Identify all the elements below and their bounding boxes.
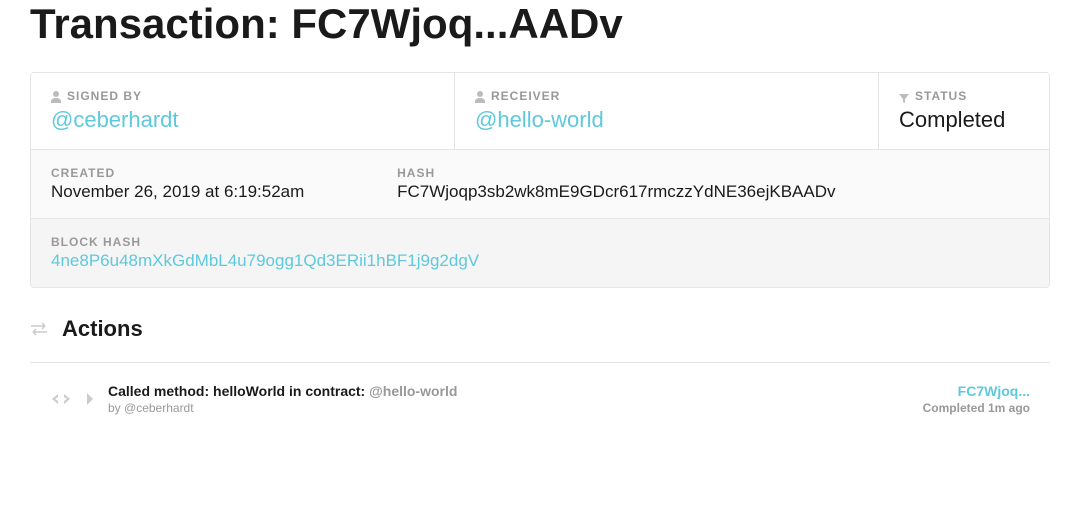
chevron-right-icon xyxy=(86,392,94,406)
action-byline: by @ceberhardt xyxy=(108,401,909,415)
actions-header: Actions xyxy=(30,316,1050,342)
status-value: Completed xyxy=(899,107,1029,133)
action-mid: in contract: xyxy=(285,383,369,399)
action-main: Called method: helloWorld in contract: @… xyxy=(108,383,909,415)
user-icon xyxy=(475,90,485,102)
status-label-row: STATUS xyxy=(899,89,1029,103)
byline-prefix: by xyxy=(108,401,124,415)
transfer-arrows-icon xyxy=(30,321,48,337)
divider xyxy=(30,362,1050,363)
receiver-label: RECEIVER xyxy=(491,89,560,103)
transaction-summary-card: SIGNED BY @ceberhardt RECEIVER @hello-wo… xyxy=(30,72,1050,288)
actions-title: Actions xyxy=(62,316,143,342)
summary-bottom-row: BLOCK HASH 4ne8P6u48mXkGdMbL4u79ogg1Qd3E… xyxy=(31,218,1049,287)
action-prefix: Called method: xyxy=(108,383,213,399)
action-row[interactable]: Called method: helloWorld in contract: @… xyxy=(30,383,1050,415)
block-hash-cell: BLOCK HASH 4ne8P6u48mXkGdMbL4u79ogg1Qd3E… xyxy=(31,219,1049,287)
action-title: Called method: helloWorld in contract: @… xyxy=(108,383,909,399)
summary-mid-row: CREATED November 26, 2019 at 6:19:52am H… xyxy=(31,149,1049,218)
summary-top-row: SIGNED BY @ceberhardt RECEIVER @hello-wo… xyxy=(31,73,1049,149)
receiver-label-row: RECEIVER xyxy=(475,89,858,103)
user-icon xyxy=(51,90,61,102)
title-hash: FC7Wjoq...AADv xyxy=(291,0,622,47)
hash-label: HASH xyxy=(397,166,1029,180)
byline-user: @ceberhardt xyxy=(124,401,194,415)
hash-value: FC7Wjoqp3sb2wk8mE9GDcr617rmczzYdNE36ejKB… xyxy=(397,182,1029,202)
status-cell: STATUS Completed xyxy=(879,73,1049,149)
created-cell: CREATED November 26, 2019 at 6:19:52am xyxy=(31,150,377,218)
filter-icon xyxy=(899,91,909,101)
created-label: CREATED xyxy=(51,166,357,180)
action-right: FC7Wjoq... Completed 1m ago xyxy=(923,383,1030,415)
action-tx-link[interactable]: FC7Wjoq... xyxy=(923,383,1030,399)
signed-by-link[interactable]: @ceberhardt xyxy=(51,107,434,133)
created-value: November 26, 2019 at 6:19:52am xyxy=(51,182,357,202)
page-title: Transaction: FC7Wjoq...AADv xyxy=(30,0,1050,48)
title-prefix: Transaction: xyxy=(30,0,291,47)
hash-cell: HASH FC7Wjoqp3sb2wk8mE9GDcr617rmczzYdNE3… xyxy=(377,150,1049,218)
signed-by-label: SIGNED BY xyxy=(67,89,142,103)
code-icon xyxy=(50,388,72,410)
signed-by-label-row: SIGNED BY xyxy=(51,89,434,103)
status-label: STATUS xyxy=(915,89,967,103)
action-contract-link[interactable]: @hello-world xyxy=(369,383,457,399)
block-hash-label: BLOCK HASH xyxy=(51,235,1029,249)
receiver-link[interactable]: @hello-world xyxy=(475,107,858,133)
action-status: Completed 1m ago xyxy=(923,401,1030,415)
signed-by-cell: SIGNED BY @ceberhardt xyxy=(31,73,455,149)
receiver-cell: RECEIVER @hello-world xyxy=(455,73,879,149)
action-method: helloWorld xyxy=(213,383,285,399)
block-hash-link[interactable]: 4ne8P6u48mXkGdMbL4u79ogg1Qd3ERii1hBF1j9g… xyxy=(51,251,1029,271)
